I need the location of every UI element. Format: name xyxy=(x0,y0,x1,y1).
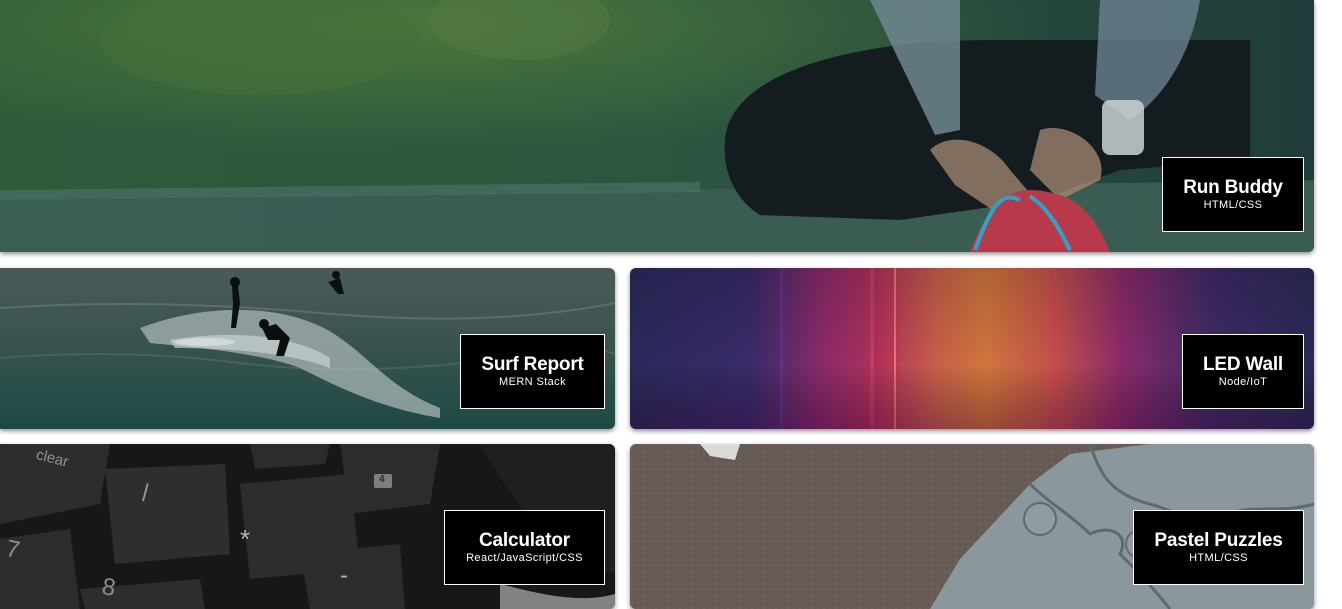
project-card-led-wall[interactable]: LED Wall Node/IoT xyxy=(630,268,1314,429)
project-subtitle: React/JavaScript/CSS xyxy=(466,552,583,564)
project-card-calculator[interactable]: clear / * 4 7 - 8 Calculator React/JavaS… xyxy=(0,444,615,609)
project-subtitle: HTML/CSS xyxy=(1203,199,1263,211)
project-title: Pastel Puzzles xyxy=(1154,530,1283,551)
key-slash: / xyxy=(142,480,149,507)
project-card-run-buddy[interactable]: Run Buddy HTML/CSS xyxy=(0,0,1314,252)
project-card-surf-report[interactable]: Surf Report MERN Stack xyxy=(0,268,615,429)
project-label: LED Wall Node/IoT xyxy=(1182,334,1304,409)
project-label: Pastel Puzzles HTML/CSS xyxy=(1133,510,1304,585)
project-subtitle: Node/IoT xyxy=(1218,376,1268,388)
project-title: Surf Report xyxy=(481,354,584,375)
project-label: Surf Report MERN Stack xyxy=(460,334,605,409)
key-star: * xyxy=(240,524,251,554)
project-subtitle: HTML/CSS xyxy=(1189,552,1248,564)
key-minus: - xyxy=(340,562,348,589)
project-card-pastel-puzzles[interactable]: Pastel Puzzles HTML/CSS xyxy=(630,444,1314,609)
project-title: Calculator xyxy=(479,530,570,551)
running-shoe-lacing-photo xyxy=(0,0,1314,252)
key-four: 4 xyxy=(379,474,385,485)
project-subtitle: MERN Stack xyxy=(499,376,566,388)
project-title: LED Wall xyxy=(1202,354,1284,375)
project-label: Calculator React/JavaScript/CSS xyxy=(444,510,605,585)
project-title: Run Buddy xyxy=(1183,177,1283,198)
project-label: Run Buddy HTML/CSS xyxy=(1162,157,1304,232)
